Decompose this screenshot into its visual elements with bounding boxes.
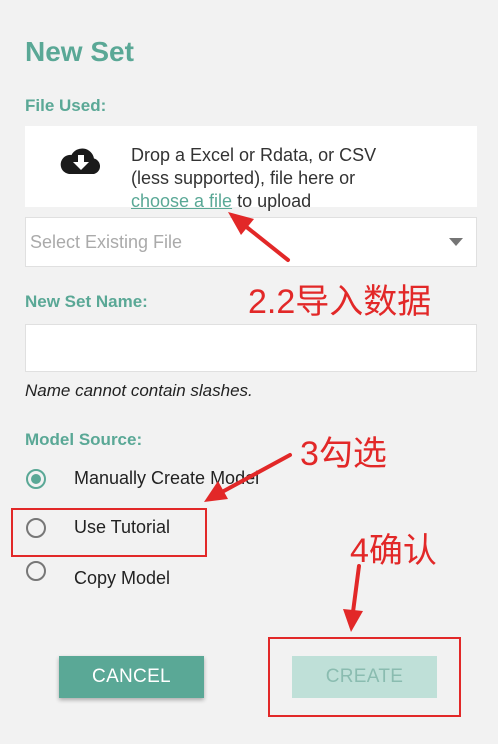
cancel-button[interactable]: CANCEL [59,656,204,698]
radio-button-checked[interactable] [26,469,46,489]
radio-label-manual: Manually Create Model [74,468,260,488]
new-set-name-label: New Set Name: [25,292,148,311]
annotation-box-use-tutorial [11,508,207,557]
radio-label-copy: Copy Model [74,568,171,588]
choose-file-link[interactable]: choose a file [131,191,232,211]
model-source-label: Model Source: [25,430,143,449]
dropzone-upload-text: to upload [237,191,312,211]
annotation-confirm: 4确认 [350,532,437,570]
dropzone-line1: Drop a Excel or Rdata, or CSV [131,145,377,165]
file-used-label: File Used: [25,96,107,115]
file-dropzone[interactable]: Drop a Excel or Rdata, or CSV (less supp… [25,126,477,211]
radio-button[interactable] [26,561,46,581]
annotation-box-create [268,637,461,717]
new-set-dialog: New Set File Used: Drop a Excel or Rdata… [0,0,498,744]
arrow-head-create [343,609,363,632]
arrow-to-create [351,564,361,614]
annotation-import-data: 2.2导入数据 [248,283,432,321]
dropzone-text: Drop a Excel or Rdata, or CSV (less supp… [131,144,451,213]
dialog-title: New Set [25,36,134,67]
set-name-hint: Name cannot contain slashes. [25,381,253,400]
select-existing-file[interactable]: Select Existing File [25,217,477,267]
annotation-check: 3勾选 [300,435,387,473]
chevron-down-icon [449,238,463,246]
new-set-name-input[interactable] [25,324,477,372]
select-existing-file-placeholder: Select Existing File [30,232,183,252]
cloud-download-icon [60,148,101,174]
dropzone-line2: (less supported), file here or [131,168,356,188]
